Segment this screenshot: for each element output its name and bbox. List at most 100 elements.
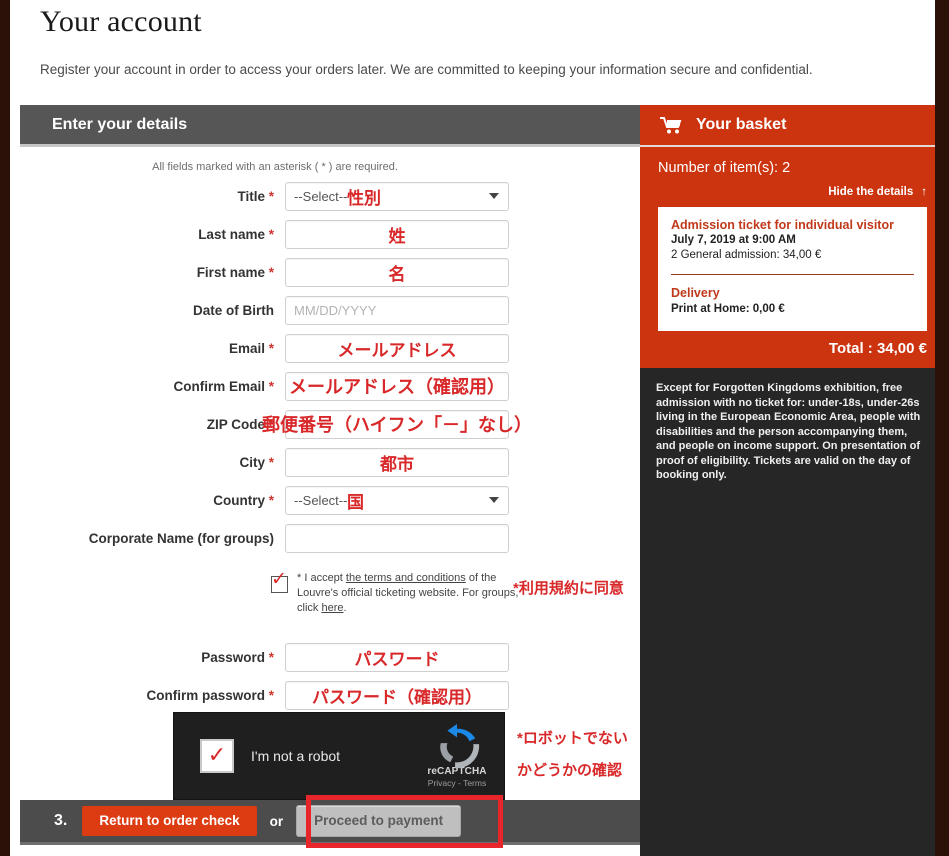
label-corporate-name: Corporate Name (for groups) [88, 530, 274, 546]
basket-details-card: Admission ticket for individual visitor … [658, 207, 927, 331]
label-password: Password * [201, 649, 274, 665]
recaptcha-widget[interactable]: ✓ I'm not a robot reCAPTCHA Privacy - Te… [173, 712, 505, 800]
page-container: Your account Register your account in or… [10, 0, 945, 856]
annotation-recaptcha-line2: かどうかの確認 [517, 762, 623, 779]
terms-row: ✓ * I accept the terms and conditions of… [20, 557, 640, 616]
label-title: Title * [237, 188, 274, 204]
form-row-corporate-name: Corporate Name (for groups) [20, 519, 640, 557]
basket-item-detail: 2 General admission: 34,00 € [671, 249, 822, 261]
recaptcha-branding: reCAPTCHA Privacy - Terms [421, 723, 493, 788]
proceed-to-payment-button[interactable]: Proceed to payment [296, 805, 462, 837]
label-confirm-password: Confirm password * [146, 687, 274, 703]
form-row-date-of-birth: Date of Birth MM/DD/YYYY [20, 291, 640, 329]
form-row-city: City * 都市 [20, 443, 640, 481]
field-wrapper-title: --Select-- 性別 [285, 181, 509, 211]
input-date-of-birth[interactable]: MM/DD/YYYY [285, 295, 509, 325]
select-title[interactable]: --Select-- [285, 181, 509, 211]
recaptcha-checkbox[interactable]: ✓ [200, 739, 234, 773]
free-admission-info: Except for Forgotten Kingdoms exhibition… [640, 368, 945, 483]
form-row-title: Title * --Select-- 性別 [20, 177, 640, 215]
field-wrapper-last-name: 姓 [285, 219, 509, 249]
basket-item-count: Number of item(s): 2 [658, 160, 791, 176]
page-left-edge-strip [0, 0, 10, 856]
form-row-zip-code: ZIP Code * 郵便番号（ハイフン「－」なし） [20, 405, 640, 443]
recaptcha-legal-links[interactable]: Privacy - Terms [421, 778, 493, 788]
chevron-down-icon [489, 496, 499, 503]
basket-title: Your basket [696, 116, 787, 133]
intro-section: Your account Register your account in or… [10, 0, 935, 78]
label-last-name: Last name * [198, 226, 274, 242]
field-wrapper-confirm-email: メールアドレス（確認用） [285, 371, 509, 401]
input-email[interactable] [285, 333, 509, 363]
content-columns: Enter your details All fields marked wit… [20, 105, 945, 856]
details-section-title: Enter your details [52, 115, 188, 133]
page-title: Your account [40, 5, 202, 38]
field-wrapper-password: パスワード [285, 642, 509, 672]
basket-item-title: Admission ticket for individual visitor [671, 218, 894, 232]
field-wrapper-first-name: 名 [285, 257, 509, 287]
basket-item-date: July 7, 2019 at 9:00 AM [671, 234, 796, 246]
registration-form: Title * --Select-- 性別 Last name * 姓 Firs… [20, 173, 640, 714]
input-confirm-password[interactable] [285, 680, 509, 710]
form-row-email: Email * メールアドレス [20, 329, 640, 367]
label-confirm-email: Confirm Email * [173, 378, 274, 394]
cart-icon [660, 116, 682, 134]
field-wrapper-email: メールアドレス [285, 333, 509, 363]
hide-details-label: Hide the details [828, 186, 914, 198]
form-row-password: Password * パスワード [20, 638, 640, 676]
basket-card-divider [671, 274, 914, 275]
terms-and-conditions-link[interactable]: the terms and conditions [346, 572, 466, 584]
terms-text: * I accept the terms and conditions of t… [297, 572, 519, 614]
label-first-name: First name * [196, 264, 274, 280]
field-wrapper-date-of-birth: MM/DD/YYYY [285, 295, 509, 325]
form-row-first-name: First name * 名 [20, 253, 640, 291]
step-number: 3. [54, 812, 68, 829]
form-row-country: Country * --Select-- 国 [20, 481, 640, 519]
input-confirm-email[interactable] [285, 371, 509, 401]
check-icon: ✓ [271, 568, 287, 590]
basket-total: Total : 34,00 € [828, 340, 927, 357]
field-wrapper-country: --Select-- 国 [285, 485, 509, 515]
input-password[interactable] [285, 642, 509, 672]
field-wrapper-city: 都市 [285, 447, 509, 477]
label-city: City * [239, 454, 274, 470]
annotation-terms: *利用規約に同意 [513, 580, 624, 597]
terms-checkbox[interactable]: ✓ [271, 570, 288, 593]
select-country[interactable]: --Select-- [285, 485, 509, 515]
page-description: Register your account in order to access… [40, 62, 813, 77]
annotation-recaptcha-line1: *ロボットでない [517, 730, 628, 747]
label-email: Email * [228, 340, 274, 356]
details-section-header: Enter your details [20, 105, 640, 147]
field-wrapper-corporate-name [285, 523, 509, 553]
basket-column: Your basket Number of item(s): 2 Hide th… [640, 105, 945, 856]
input-corporate-name[interactable] [285, 523, 509, 553]
action-bar: 3. Return to order check or Proceed to p… [20, 800, 640, 845]
form-row-last-name: Last name * 姓 [20, 215, 640, 253]
label-date-of-birth: Date of Birth [193, 302, 274, 318]
input-zip-code[interactable] [285, 409, 509, 439]
chevron-down-icon [489, 192, 499, 199]
basket-delivery-detail: Print at Home: 0,00 € [671, 303, 785, 315]
label-country: Country * [213, 492, 274, 508]
basket-panel: Your basket Number of item(s): 2 Hide th… [640, 105, 945, 368]
recaptcha-label: I'm not a robot [251, 748, 341, 764]
required-fields-note: All fields marked with an asterisk ( * )… [152, 161, 398, 173]
or-separator: or [269, 813, 284, 829]
hide-details-toggle[interactable]: Hide the details ↑ [640, 176, 945, 207]
check-icon: ✓ [207, 743, 227, 768]
form-row-confirm-password: Confirm password * パスワード（確認用） [20, 676, 640, 714]
form-row-confirm-email: Confirm Email * メールアドレス（確認用） [20, 367, 640, 405]
input-first-name[interactable] [285, 257, 509, 287]
groups-here-link[interactable]: here [321, 602, 343, 614]
page-right-edge-strip [935, 0, 949, 856]
placeholder-date-of-birth: MM/DD/YYYY [294, 302, 377, 318]
field-wrapper-confirm-password: パスワード（確認用） [285, 680, 509, 710]
input-last-name[interactable] [285, 219, 509, 249]
field-wrapper-zip-code: 郵便番号（ハイフン「－」なし） [262, 409, 532, 439]
annotation-recaptcha: *ロボットでない かどうかの確認 [517, 723, 628, 787]
recaptcha-logo-icon [434, 723, 480, 769]
input-city[interactable] [285, 447, 509, 477]
return-to-order-check-button[interactable]: Return to order check [82, 806, 257, 836]
details-column: Enter your details All fields marked wit… [20, 105, 640, 856]
arrow-up-icon: ↑ [921, 186, 927, 198]
